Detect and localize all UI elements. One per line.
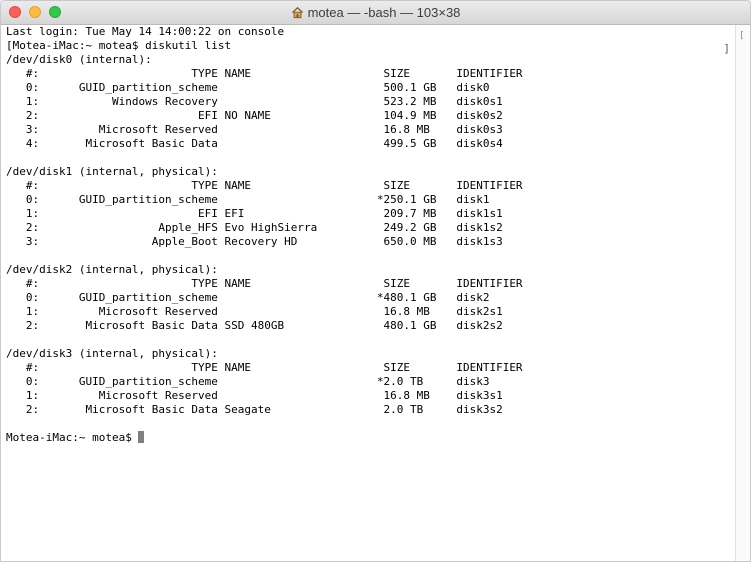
terminal-line: 2: EFI NO NAME 104.9 MB disk0s2 — [6, 109, 503, 122]
terminal-line: 4: Microsoft Basic Data 499.5 GB disk0s4 — [6, 137, 503, 150]
terminal-line: 1: Microsoft Reserved 16.8 MB disk3s1 — [6, 389, 503, 402]
terminal-line: /dev/disk3 (internal, physical): — [6, 347, 218, 360]
title-bar[interactable]: motea — -bash — 103×38 — [1, 1, 750, 25]
terminal-line: 0: GUID_partition_scheme *480.1 GB disk2 — [6, 291, 490, 304]
terminal-line: 1: EFI EFI 209.7 MB disk1s1 — [6, 207, 503, 220]
terminal-line: 1: Microsoft Reserved 16.8 MB disk2s1 — [6, 305, 503, 318]
terminal-line: 0: GUID_partition_scheme *250.1 GB disk1 — [6, 193, 490, 206]
scroll-marker: [ — [739, 31, 745, 41]
terminal-line: 0: GUID_partition_scheme *2.0 TB disk3 — [6, 375, 490, 388]
shell-prompt: Motea-iMac:~ motea$ — [6, 431, 139, 444]
terminal-line: [Motea-iMac:~ motea$ diskutil list — [6, 39, 232, 52]
vertical-scrollbar[interactable]: [ — [735, 25, 750, 561]
terminal-line: /dev/disk0 (internal): — [6, 53, 152, 66]
terminal-line: 1: Windows Recovery 523.2 MB disk0s1 — [6, 95, 503, 108]
terminal-line: 3: Apple_Boot Recovery HD 650.0 MB disk1… — [6, 235, 503, 248]
terminal-line: 2: Microsoft Basic Data Seagate 2.0 TB d… — [6, 403, 503, 416]
window-title-area: motea — -bash — 103×38 — [1, 5, 750, 20]
terminal-line: 0: GUID_partition_scheme 500.1 GB disk0 — [6, 81, 490, 94]
terminal-line: /dev/disk1 (internal, physical): — [6, 165, 218, 178]
terminal-line: #: TYPE NAME SIZE IDENTIFIER — [6, 277, 523, 290]
terminal-line: /dev/disk2 (internal, physical): — [6, 263, 218, 276]
terminal-line: #: TYPE NAME SIZE IDENTIFIER — [6, 67, 523, 80]
home-icon — [291, 6, 303, 19]
terminal-output[interactable]: Last login: Tue May 14 14:00:22 on conso… — [1, 25, 737, 561]
text-cursor — [138, 431, 145, 443]
window-title: motea — -bash — 103×38 — [307, 5, 461, 20]
terminal-line: Last login: Tue May 14 14:00:22 on conso… — [6, 25, 285, 38]
terminal-line: 3: Microsoft Reserved 16.8 MB disk0s3 — [6, 123, 503, 136]
terminal-line: 2: Apple_HFS Evo HighSierra 249.2 GB dis… — [6, 221, 503, 234]
prompt-line: Motea-iMac:~ motea$ — [6, 431, 737, 445]
terminal-line: #: TYPE NAME SIZE IDENTIFIER — [6, 179, 523, 192]
terminal-line: 2: Microsoft Basic Data SSD 480GB 480.1 … — [6, 319, 503, 332]
scroll-position-bracket: ] — [723, 42, 730, 55]
terminal-line: #: TYPE NAME SIZE IDENTIFIER — [6, 361, 523, 374]
terminal-window: motea — -bash — 103×38 Last login: Tue M… — [0, 0, 751, 562]
